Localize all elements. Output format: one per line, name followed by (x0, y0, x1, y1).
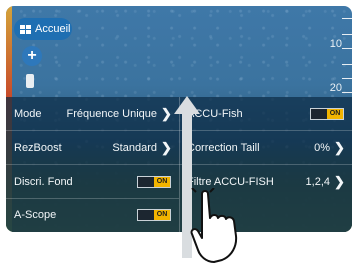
a-scope-toggle[interactable]: ON (137, 209, 171, 221)
setting-label: ACCU-Fish (187, 107, 243, 120)
setting-accu-fish[interactable]: ACCU-Fish ON (179, 97, 352, 131)
scale-label-20: 20 (329, 82, 342, 94)
setting-label: RezBoost (14, 141, 62, 154)
chevron-right-icon: ❯ (334, 174, 345, 189)
fishfinder-screen: Accueil + 10 20 Mode Fréquence Unique ❯ … (6, 6, 352, 232)
chevron-right-icon: ❯ (161, 139, 172, 155)
tap-hand-icon (190, 188, 238, 263)
setting-label: A-Scope (14, 209, 57, 221)
setting-a-scope[interactable]: A-Scope ON (6, 198, 179, 232)
setting-value: 1,2,4 (305, 176, 330, 188)
setting-value: 0% (314, 141, 330, 154)
accu-fish-toggle[interactable]: ON (310, 107, 344, 120)
setting-label: Correction Taill (187, 141, 260, 154)
setting-value: Standard (112, 141, 157, 154)
scale-label-10: 10 (329, 38, 342, 50)
discri-fond-toggle[interactable]: ON (137, 175, 171, 188)
zoom-in-icon[interactable]: + (22, 46, 42, 66)
home-label: Accueil (35, 23, 71, 35)
chevron-right-icon: ❯ (161, 105, 172, 121)
depth-marker-icon (26, 74, 34, 88)
home-grid-icon (20, 24, 31, 34)
setting-label: Discri. Fond (14, 175, 73, 188)
chevron-right-icon: ❯ (334, 139, 345, 155)
setting-value: Fréquence Unique (66, 107, 157, 120)
setting-correction-taille[interactable]: Correction Taill 0% ❯ (179, 131, 352, 165)
settings-panel: Mode Fréquence Unique ❯ RezBoost Standar… (6, 97, 352, 232)
setting-discri-fond[interactable]: Discri. Fond ON (6, 165, 179, 199)
swipe-up-arrow-icon (174, 96, 200, 114)
setting-mode[interactable]: Mode Fréquence Unique ❯ (6, 97, 179, 131)
setting-rezboost[interactable]: RezBoost Standard ❯ (6, 131, 179, 165)
home-button[interactable]: Accueil (14, 18, 72, 40)
setting-label: Filtre ACCU-FISH (187, 176, 274, 188)
setting-label: Mode (14, 107, 42, 120)
